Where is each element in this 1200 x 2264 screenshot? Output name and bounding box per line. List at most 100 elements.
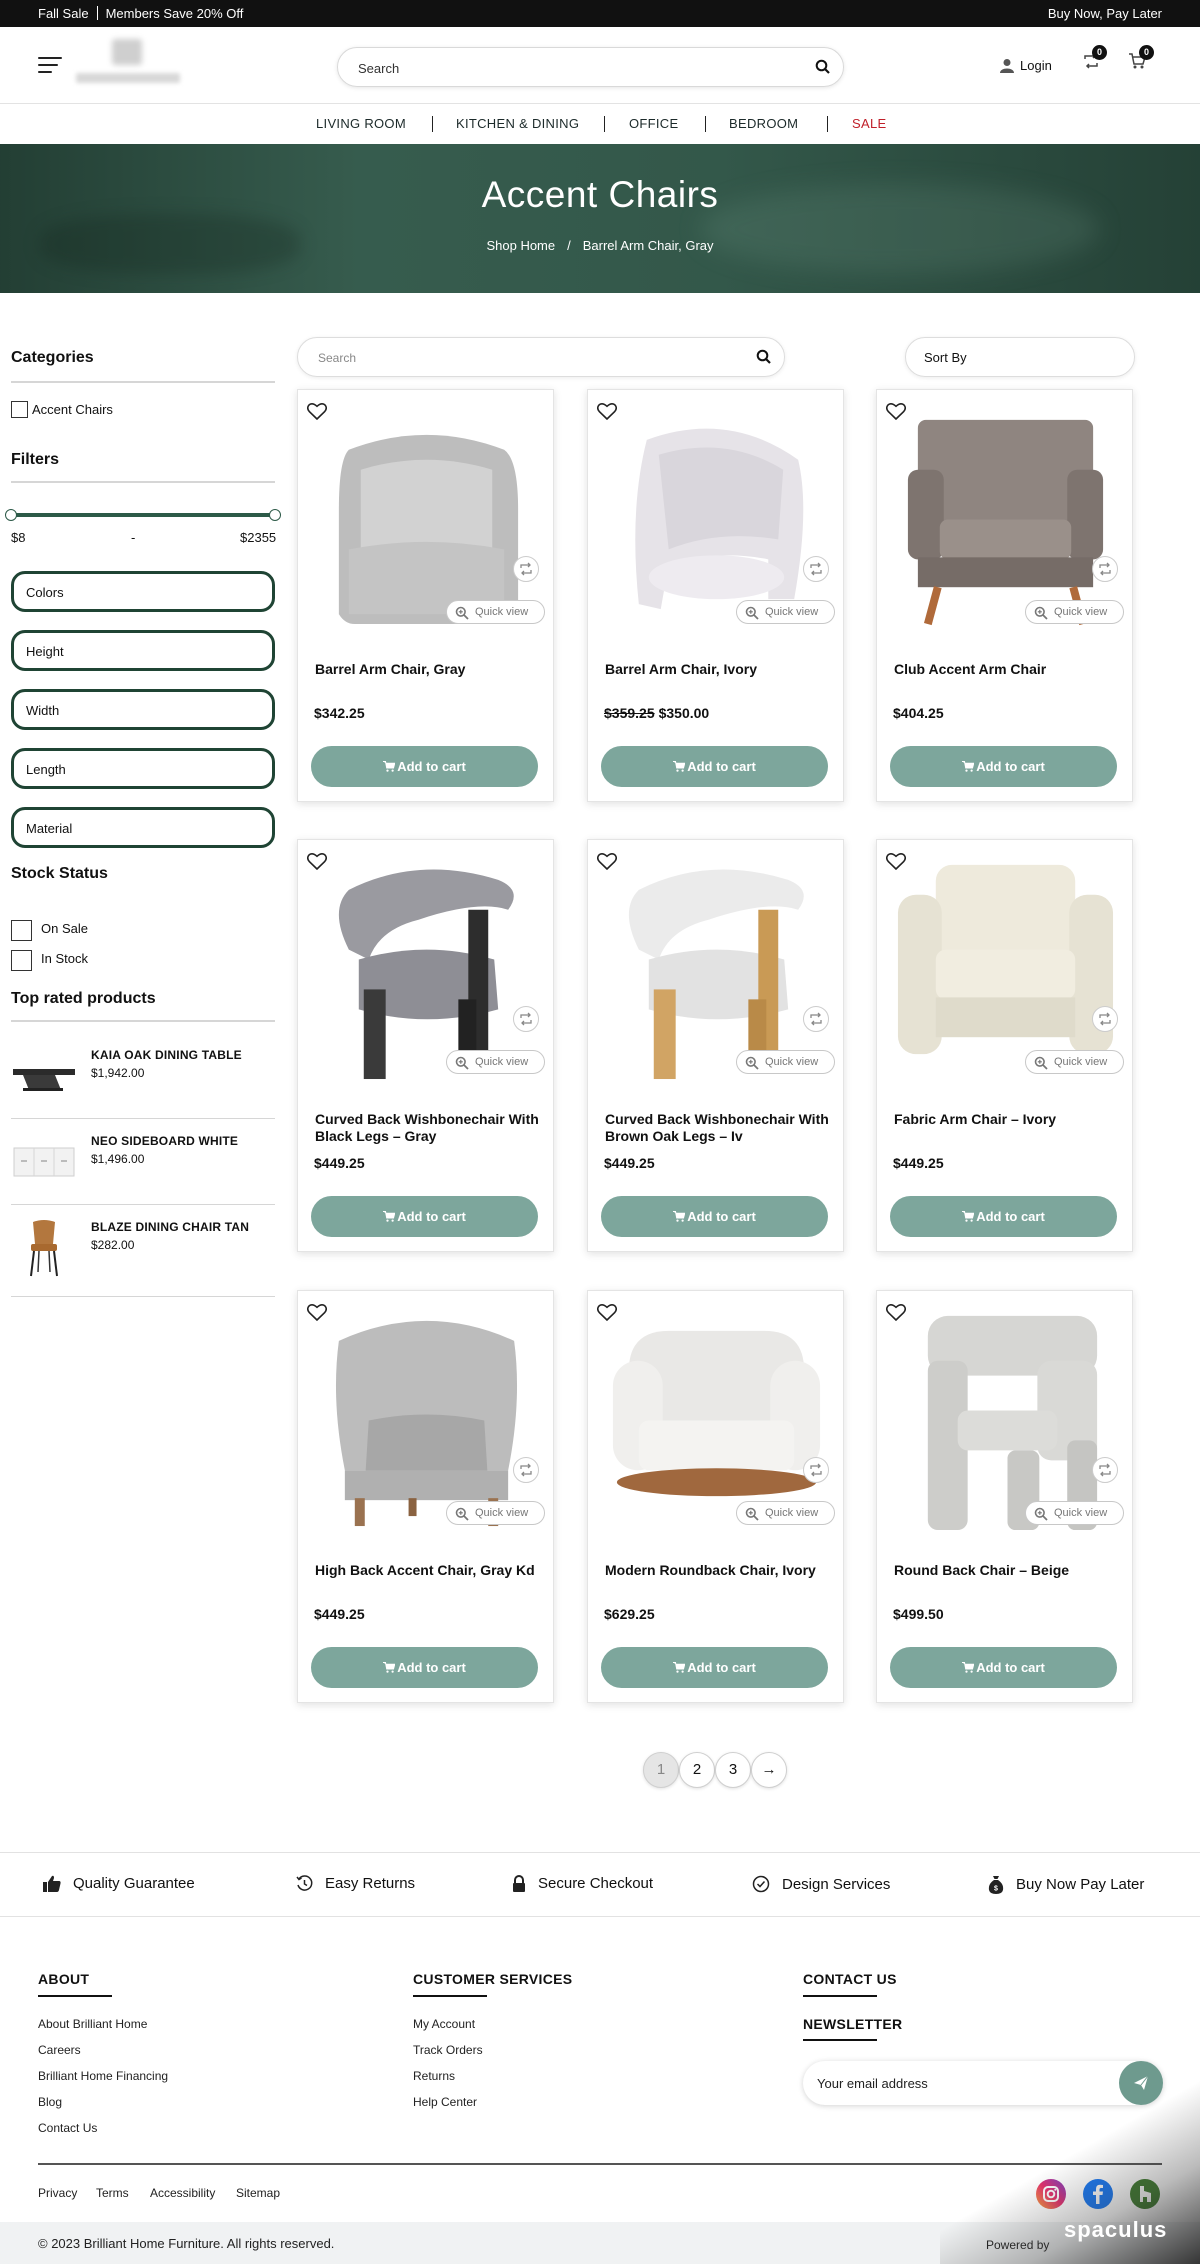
page-3-button[interactable]: 3 [715, 1752, 751, 1788]
quick-view-button[interactable]: Quick view [1025, 600, 1124, 624]
page-2-button[interactable]: 2 [679, 1752, 715, 1788]
terms-link[interactable]: Terms [96, 2186, 129, 2200]
add-to-cart-button[interactable]: Add to cart [601, 1196, 828, 1237]
houzz-icon[interactable] [1130, 2179, 1160, 2209]
product-card[interactable]: Quick view Curved Back Wishbonechair With… [587, 839, 844, 1252]
accessibility-link[interactable]: Accessibility [150, 2186, 215, 2200]
compare-icon[interactable] [803, 556, 829, 582]
wishlist-heart-icon[interactable] [886, 1303, 906, 1321]
menu-icon[interactable] [38, 57, 62, 73]
wishlist-heart-icon[interactable] [307, 1303, 327, 1321]
add-to-cart-button[interactable]: Add to cart [890, 1196, 1117, 1237]
nav-living-room[interactable]: LIVING ROOM [316, 116, 406, 131]
instagram-icon[interactable] [1036, 2179, 1066, 2209]
product-card[interactable]: Quick view Curved Back Wishbonechair With… [297, 839, 554, 1252]
product-name[interactable]: Curved Back Wishbonechair With Brown Oak… [605, 1111, 830, 1145]
product-card[interactable]: Quick view Club Accent Arm Chair $404.25 Ad… [876, 389, 1133, 802]
compare-icon[interactable] [513, 1006, 539, 1032]
top-rated-item[interactable]: NEO SIDEBOARD WHITE $1,496.00 [11, 1132, 275, 1198]
product-name[interactable]: Club Accent Arm Chair [894, 661, 1119, 678]
footer-link[interactable]: About Brilliant Home [38, 2017, 147, 2031]
footer-link[interactable]: Track Orders [413, 2043, 483, 2057]
product-name[interactable]: Barrel Arm Chair, Ivory [605, 661, 830, 678]
quick-view-button[interactable]: Quick view [446, 1050, 545, 1074]
wishlist-heart-icon[interactable] [597, 1303, 617, 1321]
price-range-slider[interactable] [11, 513, 275, 517]
footer-link[interactable]: Careers [38, 2043, 81, 2057]
price-max-handle[interactable] [269, 509, 281, 521]
search-icon[interactable] [815, 59, 831, 75]
product-name[interactable]: Fabric Arm Chair – Ivory [894, 1111, 1119, 1128]
nav-sale[interactable]: SALE [852, 116, 886, 131]
filter-width[interactable]: Width [11, 689, 275, 730]
product-name[interactable]: Round Back Chair – Beige [894, 1562, 1119, 1579]
facebook-icon[interactable] [1083, 2179, 1113, 2209]
product-card[interactable]: Quick view Modern Roundback Chair, Ivory $… [587, 1290, 844, 1703]
quick-view-button[interactable]: Quick view [446, 600, 545, 624]
footer-link[interactable]: Blog [38, 2095, 62, 2109]
nav-bedroom[interactable]: BEDROOM [729, 116, 798, 131]
add-to-cart-button[interactable]: Add to cart [601, 746, 828, 787]
quick-view-button[interactable]: Quick view [446, 1501, 545, 1525]
price-min-handle[interactable] [5, 509, 17, 521]
category-label[interactable]: Accent Chairs [32, 402, 113, 417]
page-1-button[interactable]: 1 [643, 1752, 679, 1788]
product-search-input[interactable] [318, 348, 718, 368]
add-to-cart-button[interactable]: Add to cart [311, 746, 538, 787]
product-name[interactable]: High Back Accent Chair, Gray Kd [315, 1562, 540, 1579]
privacy-link[interactable]: Privacy [38, 2186, 77, 2200]
add-to-cart-button[interactable]: Add to cart [890, 1647, 1117, 1688]
wishlist-heart-icon[interactable] [597, 852, 617, 870]
compare-icon[interactable] [1092, 1457, 1118, 1483]
header-search-input[interactable] [358, 58, 778, 78]
on-sale-label[interactable]: On Sale [41, 921, 88, 936]
product-card[interactable]: Quick view High Back Accent Chair, Gray K… [297, 1290, 554, 1703]
breadcrumb-home[interactable]: Shop Home [486, 238, 555, 253]
product-card[interactable]: Quick view Round Back Chair – Beige $499.5… [876, 1290, 1133, 1703]
footer-link[interactable]: Contact Us [38, 2121, 97, 2135]
sitemap-link[interactable]: Sitemap [236, 2186, 280, 2200]
quick-view-button[interactable]: Quick view [736, 600, 835, 624]
footer-link[interactable]: My Account [413, 2017, 475, 2031]
in-stock-label[interactable]: In Stock [41, 951, 88, 966]
newsletter-send-button[interactable] [1119, 2061, 1163, 2105]
brand-logo[interactable] [72, 39, 184, 91]
compare-icon[interactable] [513, 1457, 539, 1483]
next-page-button[interactable]: → [751, 1752, 787, 1788]
compare-icon[interactable] [803, 1457, 829, 1483]
compare-icon[interactable] [1092, 1006, 1118, 1032]
sort-by-select[interactable]: Sort By [905, 337, 1135, 377]
compare-icon[interactable] [513, 556, 539, 582]
product-card[interactable]: Quick view Fabric Arm Chair – Ivory $449.2… [876, 839, 1133, 1252]
compare-icon[interactable] [803, 1006, 829, 1032]
cart-button[interactable]: 0 [1128, 45, 1154, 74]
top-rated-name[interactable]: NEO SIDEBOARD WHITE [91, 1134, 238, 1148]
on-sale-checkbox[interactable] [11, 920, 32, 941]
compare-icon[interactable] [1092, 556, 1118, 582]
wishlist-heart-icon[interactable] [886, 852, 906, 870]
footer-link[interactable]: Help Center [413, 2095, 477, 2109]
login-link[interactable]: Login [1000, 58, 1052, 73]
nav-office[interactable]: OFFICE [629, 116, 678, 131]
search-icon[interactable] [756, 349, 772, 365]
wishlist-heart-icon[interactable] [886, 402, 906, 420]
product-name[interactable]: Barrel Arm Chair, Gray [315, 661, 540, 678]
nav-kitchen-dining[interactable]: KITCHEN & DINING [456, 116, 579, 131]
filter-colors[interactable]: Colors [11, 571, 275, 612]
top-rated-item[interactable]: BLAZE DINING CHAIR TAN $282.00 [11, 1218, 275, 1284]
wishlist-heart-icon[interactable] [307, 402, 327, 420]
product-name[interactable]: Curved Back Wishbonechair With Black Leg… [315, 1111, 540, 1145]
filter-material[interactable]: Material [11, 807, 275, 848]
filter-height[interactable]: Height [11, 630, 275, 671]
product-card[interactable]: Quick view Barrel Arm Chair, Gray $342.25 A… [297, 389, 554, 802]
wishlist-heart-icon[interactable] [307, 852, 327, 870]
quick-view-button[interactable]: Quick view [736, 1050, 835, 1074]
top-rated-name[interactable]: KAIA OAK DINING TABLE [91, 1048, 242, 1062]
add-to-cart-button[interactable]: Add to cart [890, 746, 1117, 787]
in-stock-checkbox[interactable] [11, 950, 32, 971]
buy-now-pay-later-link[interactable]: Buy Now, Pay Later [1048, 6, 1162, 21]
compare-button[interactable]: 0 [1083, 45, 1107, 74]
quick-view-button[interactable]: Quick view [1025, 1501, 1124, 1525]
quick-view-button[interactable]: Quick view [736, 1501, 835, 1525]
category-checkbox[interactable] [11, 401, 28, 418]
